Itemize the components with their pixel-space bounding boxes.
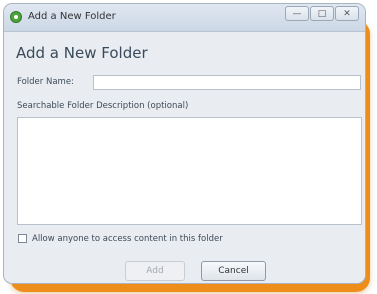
access-checkbox[interactable]	[18, 234, 27, 243]
title-bar[interactable]: Add a New Folder — □ ✕	[4, 4, 365, 32]
add-button[interactable]: Add	[125, 261, 185, 281]
description-label: Searchable Folder Description (optional)	[17, 101, 189, 111]
close-icon[interactable]: ✕	[335, 6, 359, 21]
maximize-icon[interactable]: □	[310, 6, 334, 21]
window-controls: — □ ✕	[285, 6, 359, 21]
app-icon	[10, 11, 22, 23]
description-textarea[interactable]	[17, 117, 362, 225]
window-title: Add a New Folder	[28, 11, 116, 22]
add-folder-dialog: Add a New Folder — □ ✕ Add a New Folder …	[3, 3, 366, 284]
folder-name-input[interactable]	[93, 75, 361, 90]
dialog-heading: Add a New Folder	[16, 44, 148, 62]
minimize-icon[interactable]: —	[285, 6, 309, 21]
access-checkbox-label[interactable]: Allow anyone to access content in this f…	[32, 234, 223, 244]
folder-name-label: Folder Name:	[17, 77, 74, 87]
cancel-button[interactable]: Cancel	[201, 261, 266, 281]
screenshot-stage: Add a New Folder — □ ✕ Add a New Folder …	[0, 0, 377, 294]
